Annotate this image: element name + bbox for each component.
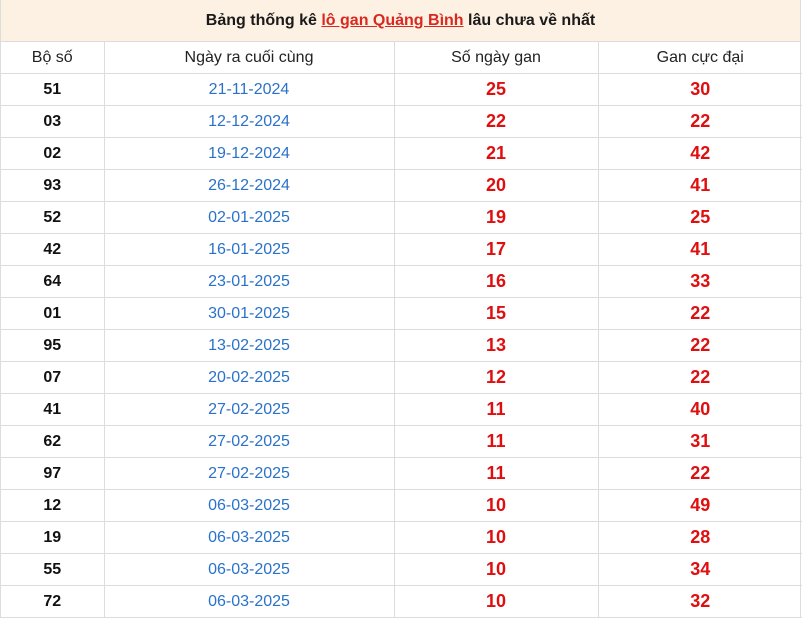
cell-so-ngay-gan: 20 (393, 169, 599, 202)
cell-so-ngay-gan: 22 (393, 105, 599, 138)
cell-bo-so: 19 (1, 521, 105, 554)
table-body: 51 21-11-2024 25 30 03 12-12-2024 22 22 02 19-12-… (1, 73, 802, 618)
cell-so-ngay-gan: 10 (393, 521, 599, 554)
lo-gan-table-container: Bảng thống kê lô gan Quảng Bình lâu chưa… (0, 0, 802, 618)
cell-bo-so: 95 (1, 329, 105, 362)
cell-bo-so: 02 (1, 137, 105, 170)
cell-so-ngay-gan: 13 (393, 329, 599, 362)
cell-so-ngay-gan: 16 (393, 265, 599, 298)
table-title: Bảng thống kê lô gan Quảng Bình lâu chưa… (1, 0, 800, 42)
table-row: 52 02-01-2025 19 25 (1, 201, 802, 234)
cell-so-ngay-gan: 21 (393, 137, 599, 170)
table-row: 51 21-11-2024 25 30 (1, 73, 802, 106)
cell-gan-cuc-dai: 32 (597, 585, 802, 618)
table-row: 19 06-03-2025 10 28 (1, 521, 802, 554)
cell-ngay-ra: 06-03-2025 (103, 521, 395, 554)
cell-gan-cuc-dai: 22 (597, 105, 802, 138)
cell-bo-so: 03 (1, 105, 105, 138)
cell-gan-cuc-dai: 40 (597, 393, 802, 426)
cell-gan-cuc-dai: 41 (597, 169, 802, 202)
column-header-gan-cuc-dai: Gan cực đại (597, 42, 802, 74)
cell-bo-so: 52 (1, 201, 105, 234)
column-header-so-ngay-gan: Số ngày gan (393, 42, 599, 74)
cell-ngay-ra: 30-01-2025 (103, 297, 395, 330)
table-row: 03 12-12-2024 22 22 (1, 105, 802, 138)
cell-gan-cuc-dai: 22 (597, 329, 802, 362)
lo-gan-table: Bộ số Ngày ra cuối cùng Số ngày gan Gan … (1, 42, 802, 618)
cell-bo-so: 72 (1, 585, 105, 618)
cell-ngay-ra: 02-01-2025 (103, 201, 395, 234)
cell-bo-so: 55 (1, 553, 105, 586)
title-suffix: lâu chưa về nhất (463, 12, 596, 29)
cell-so-ngay-gan: 12 (393, 361, 599, 394)
table-row: 62 27-02-2025 11 31 (1, 425, 802, 458)
table-row: 41 27-02-2025 11 40 (1, 393, 802, 426)
cell-gan-cuc-dai: 42 (597, 137, 802, 170)
title-prefix: Bảng thống kê (205, 12, 322, 29)
cell-bo-so: 01 (1, 297, 105, 330)
cell-ngay-ra: 06-03-2025 (103, 553, 395, 586)
cell-gan-cuc-dai: 22 (597, 361, 802, 394)
cell-ngay-ra: 21-11-2024 (103, 73, 395, 106)
cell-bo-so: 62 (1, 425, 105, 458)
title-link[interactable]: lô gan Quảng Bình (321, 12, 463, 29)
table-row: 55 06-03-2025 10 34 (1, 553, 802, 586)
table-row: 01 30-01-2025 15 22 (1, 297, 802, 330)
cell-bo-so: 42 (1, 233, 105, 266)
cell-bo-so: 41 (1, 393, 105, 426)
cell-so-ngay-gan: 11 (393, 393, 599, 426)
cell-ngay-ra: 23-01-2025 (103, 265, 395, 298)
cell-gan-cuc-dai: 28 (597, 521, 802, 554)
table-row: 42 16-01-2025 17 41 (1, 233, 802, 266)
table-row: 12 06-03-2025 10 49 (1, 489, 802, 522)
column-header-ngay-ra: Ngày ra cuối cùng (103, 42, 395, 74)
cell-bo-so: 64 (1, 265, 105, 298)
cell-bo-so: 93 (1, 169, 105, 202)
cell-so-ngay-gan: 10 (393, 553, 599, 586)
cell-so-ngay-gan: 10 (393, 585, 599, 618)
table-row: 93 26-12-2024 20 41 (1, 169, 802, 202)
cell-gan-cuc-dai: 22 (597, 297, 802, 330)
cell-gan-cuc-dai: 30 (597, 73, 802, 106)
table-header-row: Bộ số Ngày ra cuối cùng Số ngày gan Gan … (1, 42, 802, 74)
cell-gan-cuc-dai: 41 (597, 233, 802, 266)
cell-gan-cuc-dai: 31 (597, 425, 802, 458)
cell-ngay-ra: 06-03-2025 (103, 489, 395, 522)
table-row: 02 19-12-2024 21 42 (1, 137, 802, 170)
cell-so-ngay-gan: 15 (393, 297, 599, 330)
column-header-bo-so: Bộ số (1, 42, 105, 74)
cell-ngay-ra: 27-02-2025 (103, 425, 395, 458)
cell-gan-cuc-dai: 22 (597, 457, 802, 490)
cell-so-ngay-gan: 25 (393, 73, 599, 106)
table-row: 95 13-02-2025 13 22 (1, 329, 802, 362)
cell-ngay-ra: 06-03-2025 (103, 585, 395, 618)
table-row: 07 20-02-2025 12 22 (1, 361, 802, 394)
table-row: 64 23-01-2025 16 33 (1, 265, 802, 298)
cell-bo-so: 51 (1, 73, 105, 106)
cell-so-ngay-gan: 11 (393, 425, 599, 458)
cell-so-ngay-gan: 19 (393, 201, 599, 234)
cell-ngay-ra: 19-12-2024 (103, 137, 395, 170)
cell-ngay-ra: 13-02-2025 (103, 329, 395, 362)
cell-ngay-ra: 16-01-2025 (103, 233, 395, 266)
cell-bo-so: 12 (1, 489, 105, 522)
cell-gan-cuc-dai: 25 (597, 201, 802, 234)
cell-ngay-ra: 26-12-2024 (103, 169, 395, 202)
cell-gan-cuc-dai: 49 (597, 489, 802, 522)
cell-gan-cuc-dai: 33 (597, 265, 802, 298)
cell-ngay-ra: 12-12-2024 (103, 105, 395, 138)
cell-so-ngay-gan: 17 (393, 233, 599, 266)
cell-bo-so: 97 (1, 457, 105, 490)
table-row: 72 06-03-2025 10 32 (1, 585, 802, 618)
cell-ngay-ra: 20-02-2025 (103, 361, 395, 394)
cell-bo-so: 07 (1, 361, 105, 394)
cell-so-ngay-gan: 11 (393, 457, 599, 490)
cell-gan-cuc-dai: 34 (597, 553, 802, 586)
table-row: 97 27-02-2025 11 22 (1, 457, 802, 490)
cell-ngay-ra: 27-02-2025 (103, 457, 395, 490)
cell-so-ngay-gan: 10 (393, 489, 599, 522)
cell-ngay-ra: 27-02-2025 (103, 393, 395, 426)
